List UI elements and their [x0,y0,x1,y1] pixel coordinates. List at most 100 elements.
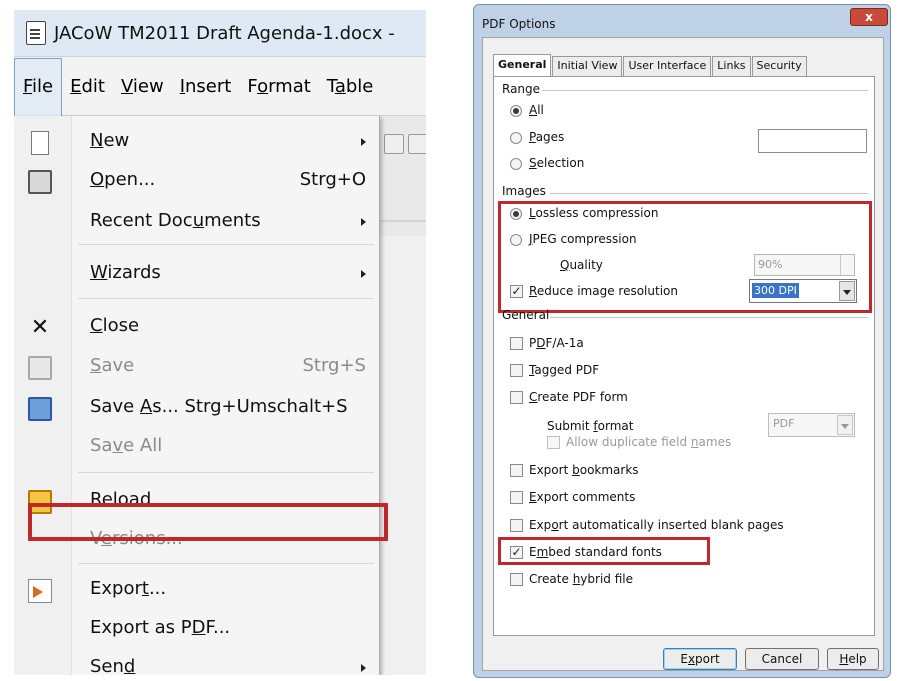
menu-insert[interactable]: Insert [172,58,240,116]
pages-input[interactable] [758,129,867,153]
menu-item-close[interactable]: ✕ Close [14,309,380,347]
tab-security[interactable]: Security [751,56,807,76]
menu-item-send[interactable]: Send [14,650,380,675]
jpeg-compression-label: JPEG compression [529,232,637,246]
menu-item-label: New [90,130,130,151]
menu-item-open[interactable]: Open... Strg+O [14,163,380,201]
submenu-arrow-icon [361,270,366,278]
group-divider [542,90,868,91]
jpeg-compression-radio[interactable] [510,234,522,246]
lossless-compression-radio[interactable] [510,208,522,220]
quality-spinner[interactable]: 90% [754,254,855,276]
menu-file[interactable]: File [14,57,63,116]
menu-item-versions: Versions... [14,522,380,560]
menu-item-recent-documents[interactable]: Recent Documents [14,204,380,242]
menu-view[interactable]: View [113,58,172,116]
menu-item-label: Save All [90,435,163,456]
shortcut-label: Strg+S [302,355,366,376]
tab-general[interactable]: General [493,54,552,76]
menu-item-label: Recent Documents [90,210,261,231]
close-icon[interactable]: x [850,8,888,26]
submenu-arrow-icon [361,664,366,672]
reduce-resolution-label: Reduce image resolution [529,284,678,298]
range-pages-radio[interactable] [510,132,522,144]
resolution-value: 300 DPI [752,283,799,298]
group-divider [550,193,868,194]
document-icon [26,21,46,45]
help-button[interactable]: Help [827,648,879,670]
quality-label: Quality [560,258,603,272]
export-bookmarks-checkbox[interactable] [510,464,523,477]
tab-initial-view[interactable]: Initial View [552,56,623,76]
chevron-down-icon[interactable] [839,281,855,301]
menu-item-new[interactable]: New [14,124,380,162]
menu-item-label: Save [90,355,135,376]
range-all-radio[interactable] [510,105,522,117]
export-button[interactable]: Export [663,648,737,670]
tagged-pdf-checkbox[interactable] [510,364,523,377]
embed-fonts-checkbox[interactable]: ✓ [510,546,523,559]
range-group-label: Range [502,82,541,96]
range-selection-radio[interactable] [510,158,522,170]
menu-item-label: Close [90,315,140,336]
tab-user-interface[interactable]: User Interface [623,56,712,76]
tab-links[interactable]: Links [712,56,751,76]
pdfa-checkbox[interactable] [510,337,523,350]
menu-item-label: Reload [90,489,152,510]
resolution-select[interactable]: 300 DPI [749,279,857,303]
close-x-icon: ✕ [30,315,50,340]
menu-item-label: Wizards [90,262,161,283]
file-dropdown-menu: New Open... Strg+O Recent Documents Wiza… [14,116,380,675]
quality-value: 90% [758,258,783,271]
dialog-body: General Initial View User Interface Link… [482,37,884,671]
allow-duplicates-checkbox [547,436,560,449]
menu-format[interactable]: Format [239,58,318,116]
menu-separator [78,244,374,245]
menu-bar: File Edit View Insert Format Table [14,57,426,116]
images-group-label: Images [502,184,546,198]
dialog-title: PDF Options [482,17,556,31]
menu-item-label: Export as PDF... [90,617,231,638]
toolbar-fragment [378,116,426,236]
toolbar-preview-icon[interactable] [408,134,426,154]
shortcut-label: Strg+O [299,169,366,190]
menu-edit[interactable]: Edit [62,58,113,116]
create-form-checkbox[interactable] [510,391,523,404]
reduce-resolution-checkbox[interactable]: ✓ [510,285,523,298]
export-icon [28,579,52,603]
menu-item-save-as[interactable]: Save As... Strg+Umschalt+S [14,390,380,428]
menu-item-wizards[interactable]: Wizards [14,256,380,294]
menu-item-label: Send [90,656,136,675]
pdf-options-dialog: PDF Options x General Initial View User … [473,4,891,678]
export-comments-label: Export comments [529,490,636,504]
menu-item-export[interactable]: Export... [14,572,380,610]
export-blank-pages-label: Export automatically inserted blank page… [529,518,784,532]
cancel-button[interactable]: Cancel [745,648,819,670]
tagged-pdf-label: Tagged PDF [529,363,600,377]
reload-icon [28,490,52,514]
pdfa-label: PDF/A-1a [529,336,584,350]
open-folder-icon [28,170,52,194]
menu-item-label: Versions... [90,528,183,549]
create-form-label: Create PDF form [529,390,628,404]
spinner-arrows-icon[interactable] [840,255,854,275]
export-bookmarks-label: Export bookmarks [529,463,639,477]
ruler-line [378,220,426,222]
submit-format-select: PDF [768,413,855,437]
menu-item-label: Open... [90,169,156,190]
menu-item-reload[interactable]: Reload [14,483,380,521]
menu-item-save-all: Save All [14,429,380,467]
menu-table[interactable]: Table [319,58,382,116]
hybrid-file-checkbox[interactable] [510,573,523,586]
toolbar-print-icon[interactable] [384,134,404,154]
writer-file-menu-screenshot: JACoW TM2011 Draft Agenda-1.docx - File … [14,10,426,675]
window-title: JACoW TM2011 Draft Agenda-1.docx - [54,22,395,44]
menu-item-export-as-pdf[interactable]: Export as PDF... [14,611,380,649]
range-selection-label: Selection [529,156,585,170]
window-titlebar: JACoW TM2011 Draft Agenda-1.docx - [14,10,426,57]
embed-fonts-label: Embed standard fonts [529,545,662,559]
hybrid-file-label: Create hybrid file [529,572,633,586]
general-group-label: General [502,308,550,322]
export-comments-checkbox[interactable] [510,491,523,504]
export-blank-pages-checkbox[interactable] [510,519,523,532]
